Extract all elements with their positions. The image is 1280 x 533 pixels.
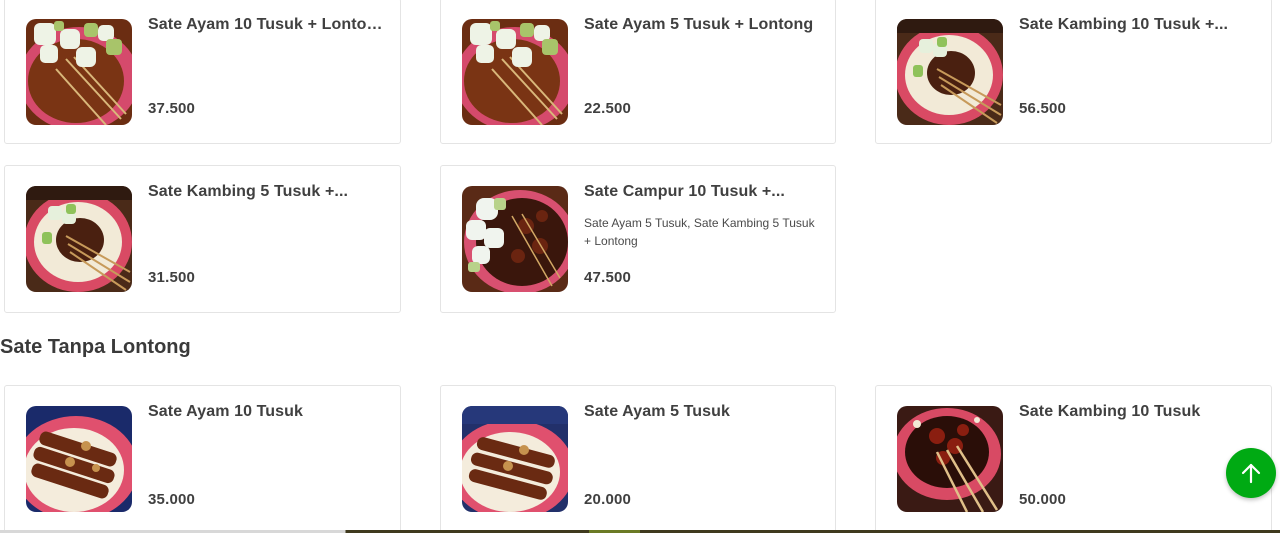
arrow-up-icon (1240, 462, 1262, 484)
menu-item-card[interactable]: Sate Ayam 10 Tusuk + Lontong 37.500 (4, 0, 401, 144)
sate-ayam-lontong-photo (26, 19, 132, 125)
sate-kambing-photo (897, 406, 1003, 512)
sate-campur-photo (462, 186, 568, 292)
menu-item-name: Sate Ayam 10 Tusuk + Lontong (148, 16, 386, 33)
sate-ayam-photo (26, 406, 132, 512)
menu-item-description: Sate Ayam 5 Tusuk, Sate Kambing 5 Tusuk … (584, 216, 815, 248)
menu-item-name: Sate Campur 10 Tusuk +... (584, 183, 785, 200)
menu-item-price: 37.500 (148, 100, 196, 117)
menu-item-price: 56.500 (1019, 100, 1067, 117)
menu-item-price: 22.500 (584, 100, 632, 117)
menu-item-name: Sate Ayam 5 Tusuk + Lontong (584, 16, 814, 33)
menu-item-name: Sate Kambing 10 Tusuk (1019, 403, 1201, 420)
menu-item-card[interactable]: Sate Kambing 10 Tusuk 50.000 (875, 385, 1272, 533)
menu-item-card[interactable]: Sate Kambing 5 Tusuk +... 31.500 (4, 165, 401, 313)
scroll-to-top-button[interactable] (1226, 448, 1276, 498)
sate-ayam-lontong-photo (462, 19, 568, 125)
menu-item-name: Sate Kambing 5 Tusuk +... (148, 183, 349, 200)
menu-item-price: 35.000 (148, 491, 196, 508)
sate-ayam-photo (462, 406, 568, 512)
menu-item-price: 20.000 (584, 491, 632, 508)
menu-item-card[interactable]: Sate Ayam 5 Tusuk + Lontong 22.500 (440, 0, 836, 144)
menu-item-name: Sate Ayam 5 Tusuk (584, 403, 731, 420)
menu-item-price: 31.500 (148, 269, 196, 286)
sate-kambing-lontong-photo (26, 186, 132, 292)
restaurant-menu-page: Sate Ayam 10 Tusuk + Lontong 37.500 Sate… (0, 0, 1280, 533)
menu-item-name: Sate Ayam 10 Tusuk (148, 403, 304, 420)
menu-item-card[interactable]: Sate Ayam 5 Tusuk 20.000 (440, 385, 836, 533)
sate-kambing-lontong-photo (897, 19, 1003, 125)
menu-item-card[interactable]: Sate Ayam 10 Tusuk 35.000 (4, 385, 401, 533)
menu-item-price: 50.000 (1019, 491, 1067, 508)
menu-item-card[interactable]: Sate Campur 10 Tusuk +... Sate Ayam 5 Tu… (440, 165, 836, 313)
section-title: Sate Tanpa Lontong (0, 336, 191, 358)
menu-item-name: Sate Kambing 10 Tusuk +... (1019, 16, 1229, 33)
menu-item-price: 47.500 (584, 269, 632, 286)
menu-item-card[interactable]: Sate Kambing 10 Tusuk +... 56.500 (875, 0, 1272, 144)
